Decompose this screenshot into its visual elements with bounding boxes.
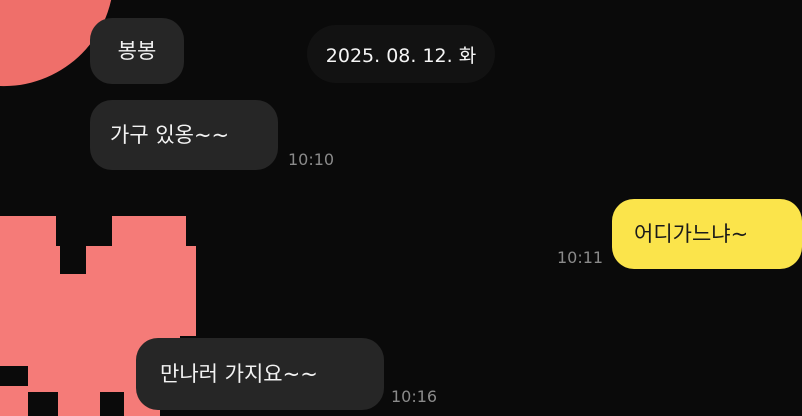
message-bubble-incoming[interactable]: 봉봉: [90, 18, 184, 84]
message-time: 10:11: [557, 248, 604, 267]
message-time: 10:16: [391, 387, 438, 406]
message-text: 봉봉: [117, 38, 157, 63]
message-bubble-outgoing[interactable]: 어디가느냐~: [612, 199, 802, 269]
message-text: 만나러 가지요~~: [160, 361, 318, 386]
message-time: 10:10: [288, 150, 335, 169]
message-bubble-incoming[interactable]: 만나러 가지요~~: [136, 338, 384, 410]
message-text: 어디가느냐~: [634, 221, 749, 246]
message-text: 가구 있옹~~: [110, 122, 230, 147]
date-separator: 2025. 08. 12. 화: [307, 25, 495, 83]
message-bubble-incoming[interactable]: 가구 있옹~~: [90, 100, 278, 170]
chat-screen: 2025. 08. 12. 화 봉봉 가구 있옹~~ 10:10 어디가느냐~ …: [0, 0, 802, 416]
